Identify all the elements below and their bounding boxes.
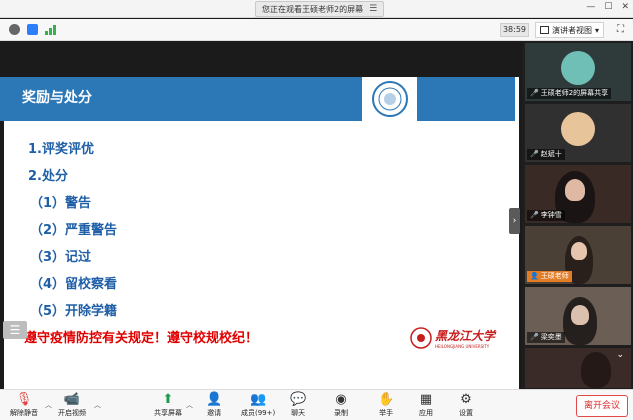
video-face [571,305,589,325]
chevron-up-icon[interactable]: ︿ [94,400,101,410]
meeting-controls-bar: 🎙 解除静音 ︿ 📹 开启视频 ︿ ⬆ 共享屏幕 ︿ 👤 邀请 👥 成员(99+… [0,389,633,420]
participant-tile[interactable]: 🎤 赵斌十 [525,104,631,162]
settings-button[interactable]: ⚙ 设置 [459,392,473,418]
unmute-button[interactable]: 🎙 解除静音 [10,392,38,418]
mic-muted-icon: 🎙 [15,392,33,407]
mic-icon: 🎤 [530,89,539,97]
avatar [561,51,595,85]
share-banner-text: 您正在观看王硕老师2的屏幕 [262,4,364,14]
participant-tile[interactable]: 🎤 王硕老师2的屏幕共享 [525,43,631,101]
invite-icon: 👤 [206,392,223,407]
slide-title: 奖励与处分 [22,90,92,106]
chevron-up-icon[interactable]: ︿ [45,400,52,410]
video-person [581,352,611,388]
slide-warning-text: 遵守疫情防控有关规定！遵守校规校纪！ [24,331,259,346]
mic-muted-icon: 🎤 [530,333,539,341]
start-video-button[interactable]: 📹 开启视频 [58,392,86,418]
participant-label: 🎤 赵斌十 [527,149,565,160]
participant-tile[interactable]: 🎤 李钟雪 [525,165,631,223]
avatar [561,112,595,146]
university-name-cn: 黑龙江大学 [435,329,496,343]
fullscreen-icon[interactable]: ⛶ [617,24,624,35]
record-button[interactable]: ◉ 录制 [334,392,348,418]
slide-header-bar-right [417,77,515,121]
raise-hand-button[interactable]: ✋ 举手 [378,392,394,418]
share-screen-button[interactable]: ⬆ 共享屏幕 [154,392,182,418]
invite-button[interactable]: 👤 邀请 [206,392,222,418]
unmute-label: 解除静音 [10,409,38,417]
shared-screen-stage: 奖励与处分 1.评奖评优 2.处分 （1）警告 （2）严重警告 （3）记过 （4… [0,41,522,409]
apps-button[interactable]: ▦ 应用 [419,392,433,418]
participant-label: 🎤 梁奕墨 [527,332,565,343]
chat-icon: 💬 [290,392,307,407]
collapse-gallery-icon[interactable]: › [509,208,520,234]
share-screen-label: 共享屏幕 [154,409,182,417]
video-off-icon: 📹 [63,392,81,407]
raise-hand-label: 举手 [379,409,394,417]
slide-item: （5）开除学籍 [30,304,118,319]
raise-hand-icon: ✋ [378,392,395,407]
apps-label: 应用 [419,409,433,417]
slide-item: （1）警告 [30,196,92,211]
participant-label: 🎤 李钟雪 [527,210,565,221]
participant-tile[interactable]: 🎤 梁奕墨 [525,287,631,345]
slide-item: （3）记过 [30,250,92,265]
seal-icon [371,81,408,117]
mic-muted-icon: 🎤 [530,150,539,158]
window-controls: — ☐ ✕ [586,2,629,12]
participant-label: 🎤 王硕老师2的屏幕共享 [527,88,612,99]
chevron-down-icon: ▾ [595,25,600,35]
window-titlebar: 您正在观看王硕老师2的屏幕 ☰ — ☐ ✕ [0,0,633,18]
members-label: 成员(99+) [241,409,276,417]
apps-icon: ▦ [419,392,433,407]
participant-tile[interactable]: ⌄ [525,348,631,388]
info-icon[interactable] [9,24,20,35]
speaker-view-label: 演讲者视图 [552,25,592,35]
close-icon[interactable]: ✕ [621,2,629,12]
presentation-slide [4,77,519,409]
record-icon: ◉ [335,392,347,407]
university-name-en: HEILONGJIANG UNIVERSITY [435,344,490,349]
maximize-icon[interactable]: ☐ [604,2,612,12]
slide-item: 1.评奖评优 [28,142,94,157]
share-screen-icon: ⬆ [162,392,174,407]
chevron-down-icon[interactable]: ⌄ [611,350,627,361]
meeting-toolbar: 38:59 演讲者视图 ▾ ⛶ [0,19,633,41]
mic-muted-icon: 🎤 [530,211,539,219]
share-banner[interactable]: 您正在观看王硕老师2的屏幕 ☰ [255,1,385,17]
gear-icon: ⚙ [460,392,472,407]
menu-handle-icon[interactable]: ☰ [3,321,27,339]
participant-gallery: 🎤 王硕老师2的屏幕共享 🎤 赵斌十 🎤 李钟雪 👤 王硕老师 🎤 梁奕墨 ⌄ [522,41,633,389]
chat-button[interactable]: 💬 聊天 [290,392,306,418]
leave-meeting-button[interactable]: 离开会议 [576,395,628,417]
minimize-icon[interactable]: — [586,2,595,12]
meeting-timer: 38:59 [500,23,529,37]
video-face [571,242,587,260]
university-seal-logo [362,77,417,121]
slide-item: （4）留校察看 [30,277,118,292]
record-label: 录制 [334,409,348,417]
participant-tile[interactable]: 👤 王硕老师 [525,226,631,284]
start-video-label: 开启视频 [58,409,86,417]
participant-label: 👤 王硕老师 [527,271,572,282]
members-button[interactable]: 👥 成员(99+) [241,392,275,418]
chevron-up-icon[interactable]: ︿ [186,400,193,410]
settings-label: 设置 [459,409,473,417]
grid-view-icon [540,26,549,34]
user-icon: 👤 [530,272,539,280]
slide-item: 2.处分 [28,169,68,184]
menu-icon[interactable]: ☰ [369,4,377,14]
invite-label: 邀请 [207,409,222,417]
signal-icon[interactable] [45,24,57,35]
university-logo: 黑龙江大学 HEILONGJIANG UNIVERSITY [410,327,495,349]
university-emblem-icon [410,327,432,349]
chat-label: 聊天 [291,409,306,417]
members-icon: 👥 [250,392,267,407]
speaker-view-button[interactable]: 演讲者视图 ▾ [535,22,605,38]
slide-item: （2）严重警告 [30,223,118,238]
shield-icon[interactable] [27,24,38,35]
video-face [565,179,585,201]
